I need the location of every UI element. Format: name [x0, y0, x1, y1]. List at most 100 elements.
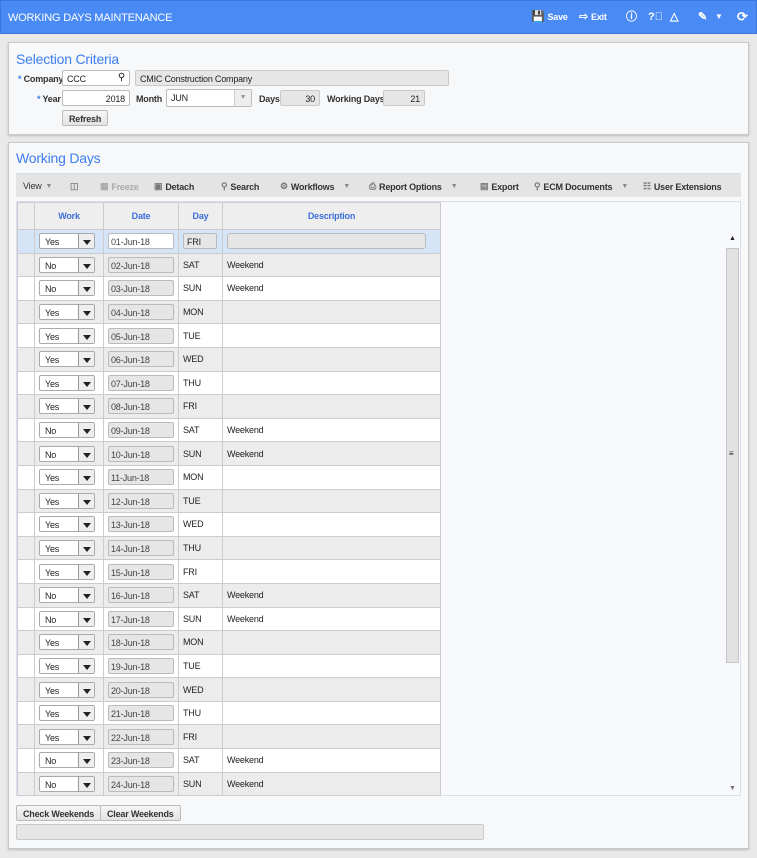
chevron-down-icon[interactable] [78, 729, 94, 744]
month-select[interactable]: JUN ▼ [166, 89, 252, 107]
row-selector[interactable] [17, 582, 35, 608]
table-row[interactable]: Yes 14-Jun-18 THU [17, 535, 441, 561]
row-selector[interactable] [17, 417, 35, 443]
chevron-down-icon[interactable] [78, 328, 94, 343]
work-select[interactable]: Yes [39, 233, 95, 250]
work-select[interactable]: No [39, 422, 95, 439]
table-row[interactable]: No 17-Jun-18 SUN Weekend [17, 606, 441, 632]
chevron-down-icon[interactable] [78, 753, 94, 768]
work-select[interactable]: Yes [39, 657, 95, 674]
column-header-description[interactable]: Description [222, 202, 441, 230]
date-field[interactable]: 01-Jun-18 [108, 233, 174, 250]
table-row[interactable]: Yes 18-Jun-18 MON [17, 630, 441, 655]
chevron-down-icon[interactable] [78, 658, 94, 673]
row-selector[interactable] [17, 724, 35, 750]
work-select[interactable]: Yes [39, 469, 95, 486]
chevron-down-icon[interactable] [78, 305, 94, 320]
table-row[interactable]: Yes 01-Jun-18 FRI [17, 229, 441, 254]
row-selector[interactable] [17, 559, 35, 584]
work-select[interactable]: Yes [39, 327, 95, 344]
work-select[interactable]: Yes [39, 492, 95, 509]
row-selector[interactable] [17, 252, 35, 278]
chevron-down-icon[interactable] [78, 446, 94, 461]
work-select[interactable]: No [39, 752, 95, 769]
work-select[interactable]: Yes [39, 728, 95, 745]
freeze-button[interactable]: ▦ Freeze [100, 181, 139, 192]
chevron-down-icon[interactable] [78, 352, 94, 367]
scrollbar-thumb[interactable]: ≡ [726, 248, 739, 663]
row-selector[interactable] [17, 346, 35, 372]
chevron-down-icon[interactable] [78, 635, 94, 650]
work-select[interactable]: No [39, 587, 95, 604]
column-header-day[interactable]: Day [178, 202, 223, 230]
row-selector[interactable] [17, 464, 35, 490]
table-row[interactable]: Yes 13-Jun-18 WED [17, 512, 441, 537]
row-selector[interactable] [17, 276, 35, 301]
export-button[interactable]: ▤ Export [480, 181, 519, 192]
table-row[interactable]: No 03-Jun-18 SUN Weekend [17, 276, 441, 301]
table-row[interactable]: No 02-Jun-18 SAT Weekend [17, 252, 441, 278]
chevron-down-icon[interactable] [78, 588, 94, 603]
work-select[interactable]: Yes [39, 563, 95, 580]
table-row[interactable]: Yes 11-Jun-18 MON [17, 464, 441, 490]
chevron-down-icon[interactable] [78, 399, 94, 414]
chevron-down-icon[interactable] [78, 493, 94, 508]
report-options-menu[interactable]: ⎙ Report Options ▼ [369, 181, 458, 192]
row-selector[interactable] [17, 748, 35, 773]
chevron-down-icon[interactable] [78, 375, 94, 390]
search-icon[interactable]: ⚲ [118, 72, 125, 83]
scroll-up-icon[interactable]: ▲ [729, 235, 736, 242]
table-row[interactable]: Yes 21-Jun-18 THU [17, 700, 441, 726]
work-select[interactable]: Yes [39, 705, 95, 722]
row-selector[interactable] [17, 535, 35, 561]
info-button[interactable]: ⓘ [626, 11, 637, 23]
row-selector[interactable] [17, 394, 35, 419]
row-selector[interactable] [17, 771, 35, 797]
edit-menu-button[interactable]: ✎ ▼ [698, 11, 723, 23]
chevron-down-icon[interactable] [78, 706, 94, 721]
ecm-documents-menu[interactable]: ⚲ ECM Documents ▼ [534, 181, 628, 192]
check-weekends-button[interactable]: Check Weekends [16, 805, 102, 821]
table-row[interactable]: No 16-Jun-18 SAT Weekend [17, 582, 441, 608]
chevron-down-icon[interactable] [78, 234, 94, 249]
row-selector[interactable] [17, 323, 35, 348]
refresh-page-button[interactable]: ⟳ [737, 10, 748, 23]
help-button[interactable]: ?⃝ [648, 11, 663, 23]
work-select[interactable]: No [39, 445, 95, 462]
table-row[interactable]: Yes 07-Jun-18 THU [17, 370, 441, 396]
row-selector[interactable] [17, 488, 35, 514]
user-extensions-button[interactable]: ☷ User Extensions [643, 181, 722, 192]
refresh-button[interactable]: Refresh [62, 110, 109, 126]
work-select[interactable]: No [39, 775, 95, 792]
row-selector[interactable] [17, 299, 35, 325]
scroll-down-icon[interactable]: ▼ [729, 785, 736, 792]
row-selector[interactable] [17, 606, 35, 632]
work-select[interactable]: Yes [39, 304, 95, 321]
table-row[interactable]: Yes 05-Jun-18 TUE [17, 323, 441, 348]
chevron-down-icon[interactable] [78, 682, 94, 697]
work-select[interactable]: No [39, 610, 95, 627]
chevron-down-icon[interactable] [78, 611, 94, 626]
row-selector[interactable] [17, 441, 35, 466]
table-row[interactable]: No 10-Jun-18 SUN Weekend [17, 441, 441, 466]
chevron-down-icon[interactable] [78, 541, 94, 556]
row-selector[interactable] [17, 370, 35, 396]
table-row[interactable]: Yes 15-Jun-18 FRI [17, 559, 441, 584]
work-select[interactable]: Yes [39, 516, 95, 533]
chevron-down-icon[interactable] [78, 281, 94, 296]
detach-button[interactable]: ▣ Detach [154, 181, 194, 192]
table-row[interactable]: No 23-Jun-18 SAT Weekend [17, 748, 441, 773]
row-selector[interactable] [17, 700, 35, 726]
row-selector[interactable] [17, 229, 35, 254]
column-header-work[interactable]: Work [34, 202, 104, 230]
work-select[interactable]: Yes [39, 540, 95, 557]
vertical-scrollbar[interactable]: ▲ ≡ ▼ [725, 232, 740, 795]
row-selector[interactable] [17, 677, 35, 702]
table-row[interactable]: No 24-Jun-18 SUN Weekend [17, 771, 441, 797]
work-select[interactable]: No [39, 280, 95, 297]
chevron-down-icon[interactable] [78, 517, 94, 532]
warning-button[interactable]: △ [670, 11, 678, 23]
year-input[interactable]: 2018 [62, 90, 130, 106]
table-row[interactable]: Yes 08-Jun-18 FRI [17, 394, 441, 419]
table-row[interactable]: Yes 22-Jun-18 FRI [17, 724, 441, 750]
